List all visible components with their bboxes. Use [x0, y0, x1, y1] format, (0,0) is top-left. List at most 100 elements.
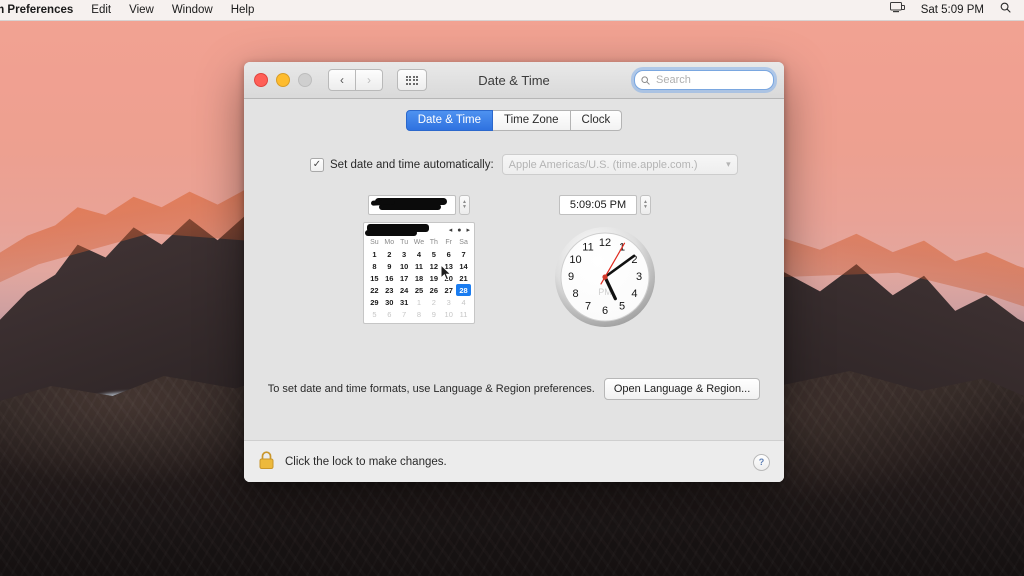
calendar-day[interactable]: 9: [382, 260, 397, 272]
menu-bar: m Preferences Edit View Window Help Sat …: [0, 0, 1024, 21]
time-stepper[interactable]: ▲ ▼: [640, 195, 651, 215]
calendar-day[interactable]: 4: [456, 296, 471, 308]
set-automatically-checkbox[interactable]: ✓: [310, 157, 324, 172]
chevron-down-icon: ▾: [726, 159, 731, 169]
calendar-day[interactable]: 16: [382, 272, 397, 284]
calendar-day[interactable]: 22: [367, 284, 382, 296]
search-input[interactable]: [654, 73, 767, 87]
calendar-prev-button[interactable]: ◂: [449, 227, 453, 234]
calendar-nav: ◂ ● ▸: [449, 227, 470, 234]
calendar-day[interactable]: 20: [441, 272, 456, 284]
close-button[interactable]: [254, 73, 268, 87]
date-stepper[interactable]: ▲ ▼: [459, 195, 470, 215]
calendar-day[interactable]: 13: [441, 260, 456, 272]
calendar-day[interactable]: 11: [456, 308, 471, 320]
calendar-day[interactable]: 1: [367, 248, 382, 260]
traffic-lights: [254, 73, 312, 87]
calendar-day[interactable]: 17: [397, 272, 412, 284]
minimize-button[interactable]: [276, 73, 290, 87]
menu-item-help[interactable]: Help: [222, 0, 264, 20]
calendar-grid: Su Mo Tu We Th Fr Sa 1 2 3 4 5 6 7 8 9 10 11 12 13 14 15 16 17 1…: [364, 238, 474, 320]
calendar-day[interactable]: 6: [382, 308, 397, 320]
calendar-day[interactable]: 5: [426, 248, 441, 260]
clock-hour-number: 6: [602, 305, 608, 317]
clock-hour-number: 3: [636, 271, 642, 283]
window-title-bar[interactable]: ‹ › Date & Time: [244, 62, 784, 99]
screen: m Preferences Edit View Window Help Sat …: [0, 0, 1024, 576]
calendar-day[interactable]: 27: [441, 284, 456, 296]
tab-bar: Date & Time Time Zone Clock: [244, 99, 784, 131]
calendar-day[interactable]: 10: [441, 308, 456, 320]
grid-icon: [405, 75, 419, 85]
date-input[interactable]: [368, 195, 456, 215]
stepper-down-icon: ▼: [462, 204, 467, 210]
stepper-down-icon: ▼: [643, 204, 648, 210]
menu-item-window[interactable]: Window: [163, 0, 222, 20]
menu-item-view[interactable]: View: [120, 0, 163, 20]
menu-bar-clock[interactable]: Sat 5:09 PM: [914, 0, 991, 20]
clock-hour-number: 5: [619, 300, 625, 312]
calendar-day[interactable]: 5: [367, 308, 382, 320]
forward-button: ›: [356, 69, 383, 91]
calendar-day[interactable]: 10: [397, 260, 412, 272]
calendar-day[interactable]: 15: [367, 272, 382, 284]
calendar-day[interactable]: 3: [397, 248, 412, 260]
lock-closed-icon[interactable]: [258, 450, 275, 475]
clock-hour-number: 9: [568, 271, 574, 283]
clock-hour-number: 7: [585, 300, 591, 312]
calendar-day[interactable]: 4: [412, 248, 427, 260]
date-and-time-window: ‹ › Date & Time Search Date & Time Time …: [244, 62, 784, 482]
calendar-day[interactable]: 2: [426, 296, 441, 308]
calendar-day[interactable]: 1: [412, 296, 427, 308]
calendar-day[interactable]: 31: [397, 296, 412, 308]
calendar-day[interactable]: 2: [382, 248, 397, 260]
window-footer: Click the lock to make changes. ?: [244, 440, 784, 482]
show-all-button[interactable]: [397, 69, 427, 91]
calendar-header: ◂ ● ▸: [364, 223, 474, 238]
date-column: ▲ ▼ ◂ ● ▸ Su Mo Tu We Th Fr Sa 1 2 3 4 5…: [363, 195, 475, 334]
tab-time-zone[interactable]: Time Zone: [492, 110, 571, 131]
calendar-day[interactable]: 9: [426, 308, 441, 320]
calendar-day[interactable]: 14: [456, 260, 471, 272]
menu-bar-status-area: Sat 5:09 PM: [883, 0, 1024, 20]
set-automatically-row: ✓ Set date and time automatically: Apple…: [244, 154, 784, 175]
search-icon[interactable]: [993, 0, 1018, 20]
calendar-day[interactable]: 6: [441, 248, 456, 260]
calendar-day[interactable]: 11: [412, 260, 427, 272]
calendar: ◂ ● ▸ Su Mo Tu We Th Fr Sa 1 2 3 4 5 6 7 8 9 10 11 12 13 14 1…: [363, 222, 475, 324]
calendar-day[interactable]: 24: [397, 284, 412, 296]
set-automatically-label: Set date and time automatically:: [330, 158, 494, 171]
calendar-day[interactable]: 19: [426, 272, 441, 284]
calendar-day[interactable]: 12: [426, 260, 441, 272]
time-server-select[interactable]: Apple Americas/U.S. (time.apple.com.) ▾: [501, 154, 738, 175]
calendar-day-selected[interactable]: 28: [456, 284, 471, 296]
help-button[interactable]: ?: [753, 453, 770, 471]
clock-hour-number: 12: [599, 237, 611, 249]
calendar-day[interactable]: 8: [412, 308, 427, 320]
calendar-day[interactable]: 18: [412, 272, 427, 284]
calendar-day[interactable]: 7: [397, 308, 412, 320]
calendar-day[interactable]: 30: [382, 296, 397, 308]
calendar-weekday-we: We: [413, 239, 425, 246]
calendar-day[interactable]: 7: [456, 248, 471, 260]
calendar-next-button[interactable]: ▸: [466, 227, 470, 234]
search-field[interactable]: [634, 70, 774, 90]
open-language-region-button[interactable]: Open Language & Region...: [603, 378, 761, 400]
back-button[interactable]: ‹: [328, 69, 356, 91]
calendar-day[interactable]: 26: [426, 284, 441, 296]
clock-hour-number: 8: [572, 288, 578, 300]
menu-item-app-name[interactable]: m Preferences: [0, 0, 82, 20]
menu-item-edit[interactable]: Edit: [82, 0, 120, 20]
calendar-day[interactable]: 23: [382, 284, 397, 296]
tab-clock[interactable]: Clock: [570, 110, 623, 131]
calendar-day[interactable]: 3: [441, 296, 456, 308]
calendar-day[interactable]: 21: [456, 272, 471, 284]
calendar-day[interactable]: 25: [412, 284, 427, 296]
display-icon[interactable]: [883, 0, 912, 20]
time-input[interactable]: 5:09:05 PM: [559, 195, 637, 215]
calendar-today-button[interactable]: ●: [457, 227, 461, 234]
calendar-day[interactable]: 8: [367, 260, 382, 272]
tab-date-and-time[interactable]: Date & Time: [405, 110, 493, 131]
date-field-row: ▲ ▼: [363, 195, 475, 215]
calendar-day[interactable]: 29: [367, 296, 382, 308]
